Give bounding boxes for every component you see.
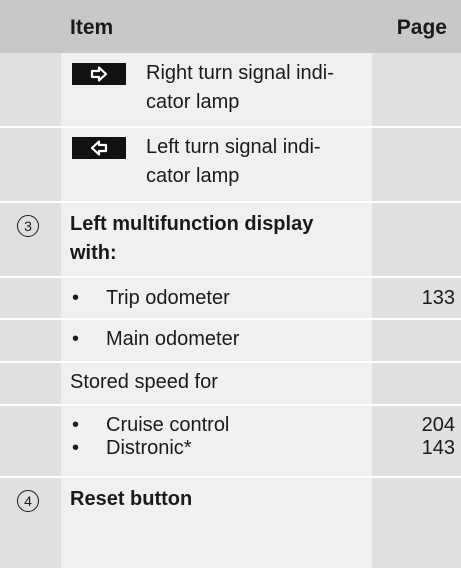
bullet: • [72,328,80,350]
distronic-label: Distronic* [106,437,192,459]
left-signal-line1: Left turn signal indi- [146,136,321,158]
item-number-3: 3 [17,215,39,237]
item3-title-line2: with: [70,242,117,264]
table-header: Item Page [0,0,461,53]
item-number-4: 4 [17,490,39,512]
row-divider [0,126,461,128]
right-signal-line1: Right turn signal indi- [146,62,334,84]
manual-page: Item Page Right turn signal indi- cator … [0,0,461,568]
bullet: • [72,287,80,309]
page-column [372,53,461,568]
left-signal-line2: cator lamp [146,165,240,187]
right-turn-signal-lamp [72,63,126,85]
row-divider [0,476,461,478]
row-divider [0,404,461,406]
row-divider [0,201,461,203]
header-item-label: Item [70,16,114,39]
bullet: • [72,414,80,436]
left-turn-signal-lamp [72,137,126,159]
right-arrow-icon [90,66,108,82]
left-arrow-icon [90,140,108,156]
row-divider [0,318,461,320]
row-divider [0,276,461,278]
header-page-label: Page [396,16,447,39]
distronic-page: 143 [421,437,455,459]
item4-title: Reset button [70,488,193,510]
bullet: • [72,437,80,459]
trip-odometer-page: 133 [421,287,455,309]
main-odometer-label: Main odometer [106,328,240,350]
item3-title-line1: Left multifunction display [70,213,314,235]
right-signal-line2: cator lamp [146,91,240,113]
stored-speed-label: Stored speed for [70,371,218,393]
trip-odometer-label: Trip odometer [106,287,230,309]
row-divider [0,361,461,363]
cruise-control-page: 204 [421,414,455,436]
